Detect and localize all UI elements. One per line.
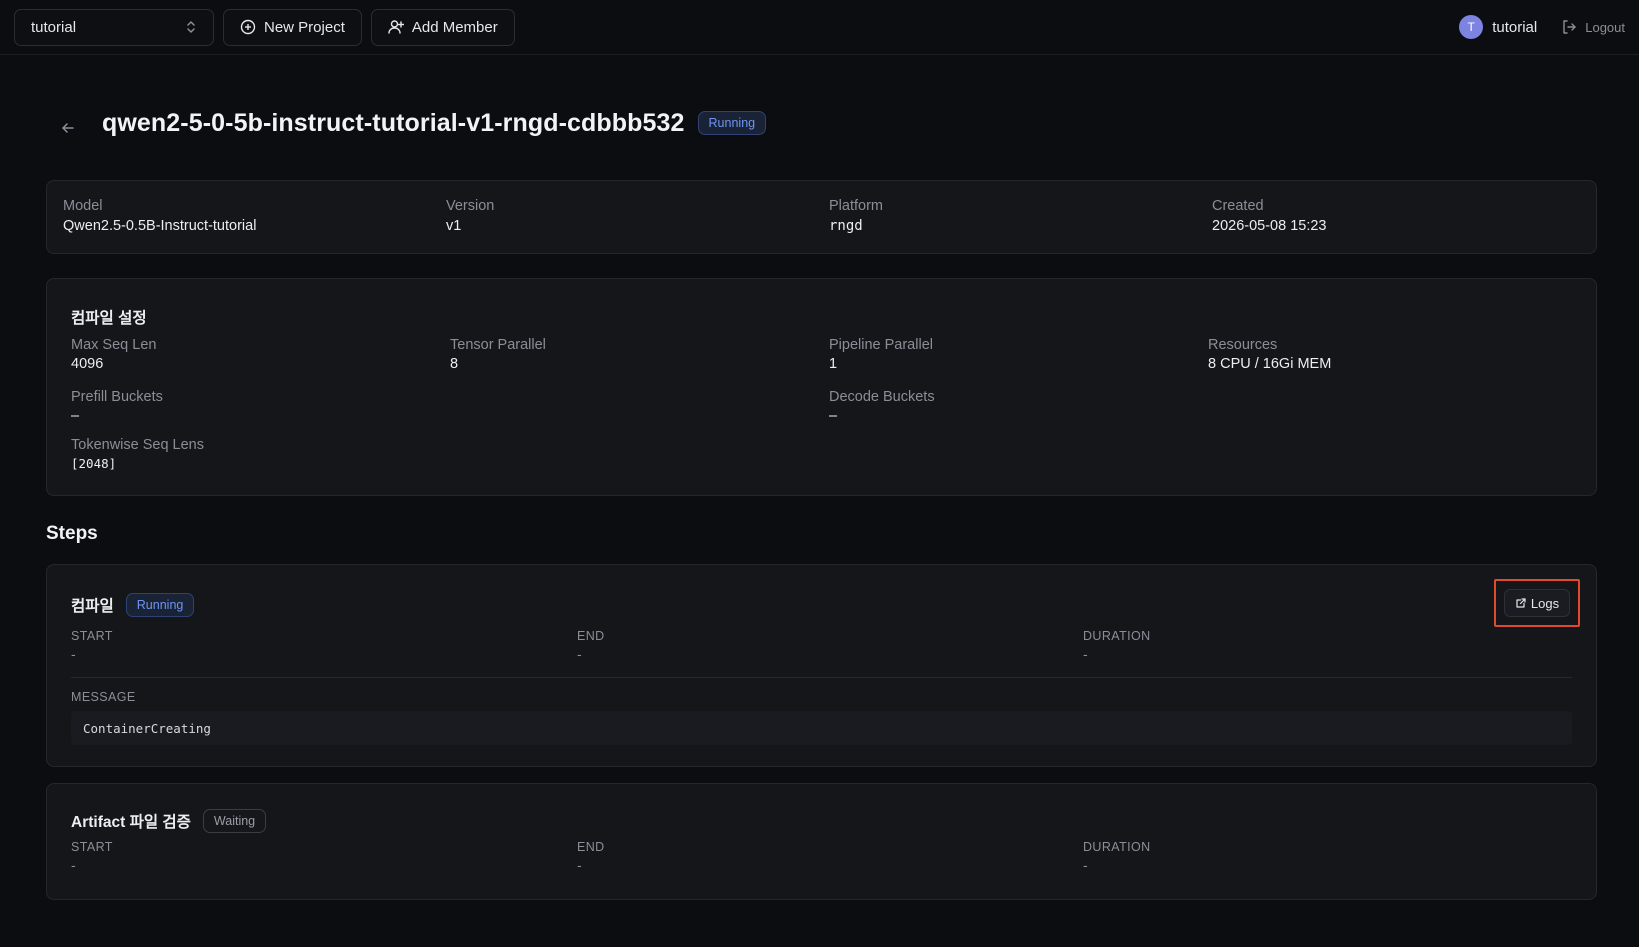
step-message-field: MESSAGE [71, 690, 136, 704]
avatar: T [1459, 15, 1484, 39]
status-badge: Running [697, 111, 767, 135]
version-label: Version [446, 198, 495, 214]
platform-value: rngd [829, 218, 863, 234]
arrow-left-icon[interactable] [58, 118, 78, 138]
step-end-label: END [577, 629, 605, 643]
step-card-compile: 컴파일 Running START - END - DURATION - MES… [46, 564, 1597, 767]
new-project-label: New Project [264, 18, 345, 36]
project-select-value: tutorial [31, 18, 77, 36]
step-name: Artifact 파일 검증 [71, 814, 191, 831]
step-duration-value: - [1083, 646, 1088, 662]
logout-icon [1563, 20, 1576, 34]
step-name: 컴파일 [71, 598, 114, 615]
pipeline-parallel-field: Pipeline Parallel 1 [829, 337, 933, 372]
steps-title: Steps [46, 523, 98, 544]
platform-field: Platform rngd [829, 198, 883, 234]
step-duration-field: DURATION - [1083, 629, 1151, 662]
deployment-info-card: Model Qwen2.5-0.5B-Instruct-tutorial Ver… [46, 180, 1597, 254]
pipeline-parallel-label: Pipeline Parallel [829, 337, 933, 353]
user-menu[interactable]: T tutorial [1459, 15, 1537, 39]
tokenwise-seq-lens-value: [2048] [71, 456, 117, 471]
tokenwise-seq-lens-label: Tokenwise Seq Lens [71, 437, 204, 453]
step-duration-label: DURATION [1083, 629, 1151, 643]
chevron-up-down-icon [187, 21, 195, 33]
model-field: Model Qwen2.5-0.5B-Instruct-tutorial [63, 198, 256, 234]
created-label: Created [1212, 198, 1264, 214]
step-start-value: - [71, 857, 76, 873]
model-value: Qwen2.5-0.5B-Instruct-tutorial [63, 218, 257, 234]
step-card-artifact-verification: Artifact 파일 검증 Waiting START - END - DUR… [46, 783, 1597, 900]
step-end-value: - [577, 857, 582, 873]
step-message-box: ContainerCreating [71, 711, 1572, 745]
user-plus-icon [388, 20, 404, 34]
step-duration-value: - [1083, 857, 1088, 873]
step-status-badge: Running [125, 593, 195, 617]
add-member-button[interactable]: Add Member [370, 8, 515, 46]
prefill-buckets-field: Prefill Buckets – [71, 389, 163, 424]
model-label: Model [63, 198, 103, 214]
top-bar: tutorial New Project Add Member T tutori… [0, 0, 1639, 55]
max-seq-len-value: 4096 [71, 356, 104, 372]
decode-buckets-label: Decode Buckets [829, 389, 935, 405]
max-seq-len-label: Max Seq Len [71, 337, 157, 353]
logout-button[interactable]: Logout [1561, 19, 1625, 35]
step-end-field: END - [577, 840, 605, 873]
tensor-parallel-field: Tensor Parallel 8 [450, 337, 546, 372]
tensor-parallel-label: Tensor Parallel [450, 337, 546, 353]
resources-value: 8 CPU / 16Gi MEM [1208, 356, 1332, 372]
step-start-field: START - [71, 840, 113, 873]
created-field: Created 2026-05-08 15:23 [1212, 198, 1327, 234]
logs-label: Logs [1530, 595, 1560, 611]
step-start-label: START [71, 840, 113, 854]
step-divider [71, 677, 1572, 678]
logs-button[interactable]: Logs [1504, 589, 1570, 617]
compile-settings-title: 컴파일 설정 [71, 310, 147, 327]
external-link-icon [1516, 598, 1526, 608]
prefill-buckets-value: – [71, 408, 80, 424]
project-select[interactable]: tutorial [14, 8, 214, 46]
prefill-buckets-label: Prefill Buckets [71, 389, 163, 405]
step-status-badge: Waiting [202, 809, 267, 833]
username: tutorial [1492, 18, 1538, 36]
page-title: qwen2-5-0-5b-instruct-tutorial-v1-rngd-c… [102, 108, 685, 137]
pipeline-parallel-value: 1 [829, 356, 838, 372]
step-duration-field: DURATION - [1083, 840, 1151, 873]
new-project-button[interactable]: New Project [223, 8, 362, 46]
resources-label: Resources [1208, 337, 1278, 353]
created-value: 2026-05-08 15:23 [1212, 218, 1327, 234]
decode-buckets-field: Decode Buckets – [829, 389, 935, 424]
step-end-label: END [577, 840, 605, 854]
step-end-field: END - [577, 629, 605, 662]
logout-label: Logout [1585, 19, 1625, 35]
step-start-label: START [71, 629, 113, 643]
step-header: 컴파일 Running [71, 593, 195, 617]
tensor-parallel-value: 8 [450, 356, 459, 372]
page-header: qwen2-5-0-5b-instruct-tutorial-v1-rngd-c… [58, 108, 767, 138]
compile-settings-card: 컴파일 설정 Max Seq Len 4096 Tensor Parallel … [46, 278, 1597, 496]
decode-buckets-value: – [829, 408, 838, 424]
step-start-value: - [71, 646, 76, 662]
tokenwise-seq-lens-field: Tokenwise Seq Lens [2048] [71, 437, 204, 471]
platform-label: Platform [829, 198, 883, 214]
version-value: v1 [446, 218, 462, 234]
step-end-value: - [577, 646, 582, 662]
step-duration-label: DURATION [1083, 840, 1151, 854]
resources-field: Resources 8 CPU / 16Gi MEM [1208, 337, 1331, 372]
step-message-label: MESSAGE [71, 690, 136, 704]
step-start-field: START - [71, 629, 113, 662]
version-field: Version v1 [446, 198, 494, 234]
plus-circle-icon [240, 19, 256, 35]
max-seq-len-field: Max Seq Len 4096 [71, 337, 156, 372]
add-member-label: Add Member [411, 18, 498, 36]
step-header: Artifact 파일 검증 Waiting [71, 809, 267, 833]
